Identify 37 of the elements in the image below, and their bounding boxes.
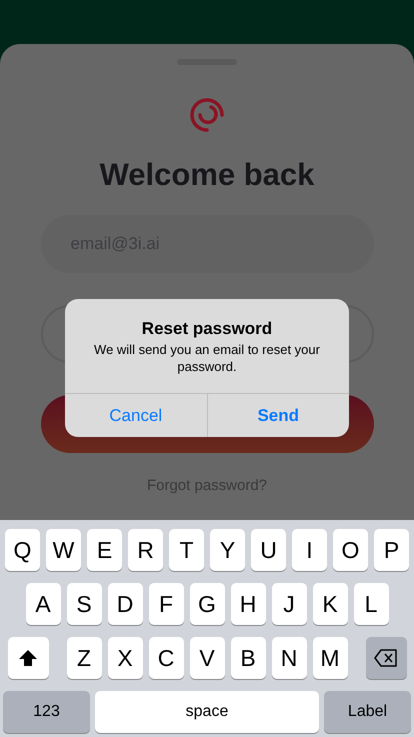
keyboard-key[interactable]: Y bbox=[210, 529, 245, 571]
shift-arrow-icon bbox=[18, 649, 38, 667]
keyboard-key[interactable]: W bbox=[46, 529, 81, 571]
return-key[interactable]: Label bbox=[324, 691, 411, 733]
keyboard-key[interactable]: Z bbox=[66, 637, 102, 679]
delete-key[interactable] bbox=[366, 637, 406, 679]
numbers-key[interactable]: 123 bbox=[3, 691, 90, 733]
keyboard-key[interactable]: Q bbox=[5, 529, 40, 571]
keyboard-key[interactable]: V bbox=[190, 637, 224, 679]
keyboard-key[interactable]: U bbox=[251, 529, 286, 571]
keyboard-key[interactable]: E bbox=[87, 529, 122, 571]
logo-icon bbox=[189, 97, 225, 133]
keyboard-key[interactable]: L bbox=[354, 583, 388, 625]
backspace-icon bbox=[374, 649, 398, 667]
keyboard-key[interactable]: O bbox=[333, 529, 368, 571]
dialog-title: Reset password bbox=[142, 318, 272, 340]
keyboard-key[interactable]: R bbox=[128, 529, 163, 571]
keyboard-key[interactable]: J bbox=[272, 583, 306, 625]
keyboard-key[interactable]: I bbox=[292, 529, 327, 571]
dialog-message: We will send you an email to reset your password. bbox=[93, 341, 321, 375]
keyboard-key[interactable]: A bbox=[26, 583, 60, 625]
keyboard-key[interactable]: T bbox=[169, 529, 204, 571]
keyboard-key[interactable]: B bbox=[230, 637, 266, 679]
keyboard-key[interactable]: H bbox=[230, 583, 266, 625]
keyboard-key[interactable]: S bbox=[66, 583, 102, 625]
keyboard-key[interactable]: D bbox=[108, 583, 142, 625]
keyboard-key[interactable]: M bbox=[312, 637, 348, 679]
space-key[interactable]: space bbox=[95, 691, 319, 733]
keyboard-key[interactable]: G bbox=[190, 583, 224, 625]
welcome-title: Welcome back bbox=[100, 157, 314, 193]
keyboard-key[interactable]: N bbox=[272, 637, 306, 679]
keyboard-key[interactable]: X bbox=[108, 637, 142, 679]
keyboard-key[interactable]: C bbox=[148, 637, 184, 679]
keyboard-key[interactable]: K bbox=[312, 583, 348, 625]
shift-key[interactable] bbox=[8, 637, 48, 679]
keyboard-key[interactable]: P bbox=[374, 529, 409, 571]
keyboard-key[interactable]: F bbox=[148, 583, 184, 625]
